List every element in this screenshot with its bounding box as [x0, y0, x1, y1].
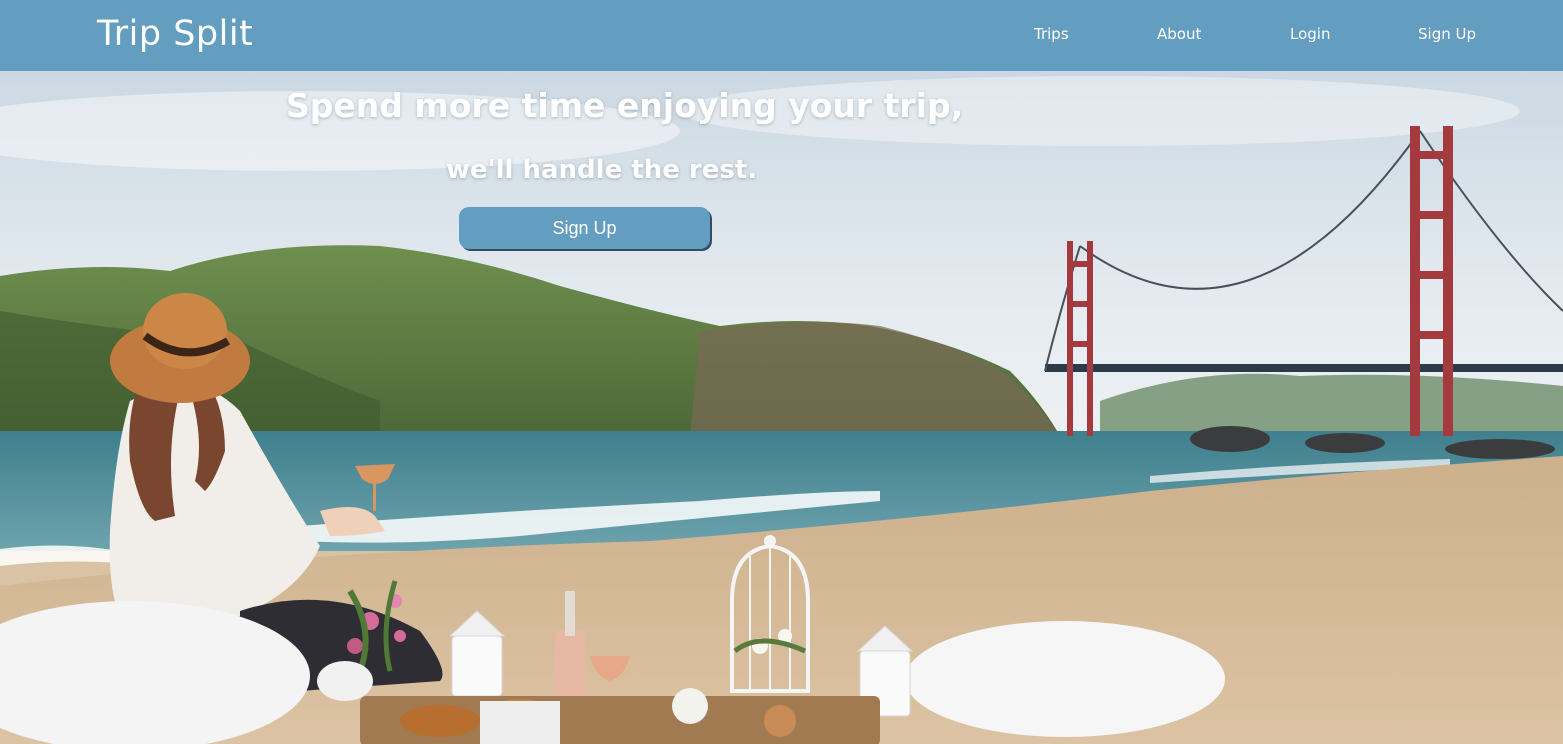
- hero-headline-line1: Spend more time enjoying your trip,: [286, 86, 964, 125]
- hero-section: Spend more time enjoying your trip, we'l…: [0, 71, 1563, 744]
- hero-headline-line2: we'll handle the rest.: [446, 155, 758, 185]
- brand-logo[interactable]: Trip Split: [97, 12, 253, 56]
- nav-link-login[interactable]: Login: [1290, 24, 1330, 44]
- nav-link-about[interactable]: About: [1157, 24, 1201, 44]
- top-navbar: Trip Split Trips About Login Sign Up: [0, 0, 1563, 71]
- nav-link-signup[interactable]: Sign Up: [1418, 24, 1476, 44]
- hero-signup-button[interactable]: Sign Up: [459, 207, 710, 249]
- nav-link-trips[interactable]: Trips: [1034, 24, 1069, 44]
- landing-page: Trip Split Trips About Login Sign Up Spe…: [0, 0, 1563, 744]
- hero-background-image: [0, 71, 1563, 744]
